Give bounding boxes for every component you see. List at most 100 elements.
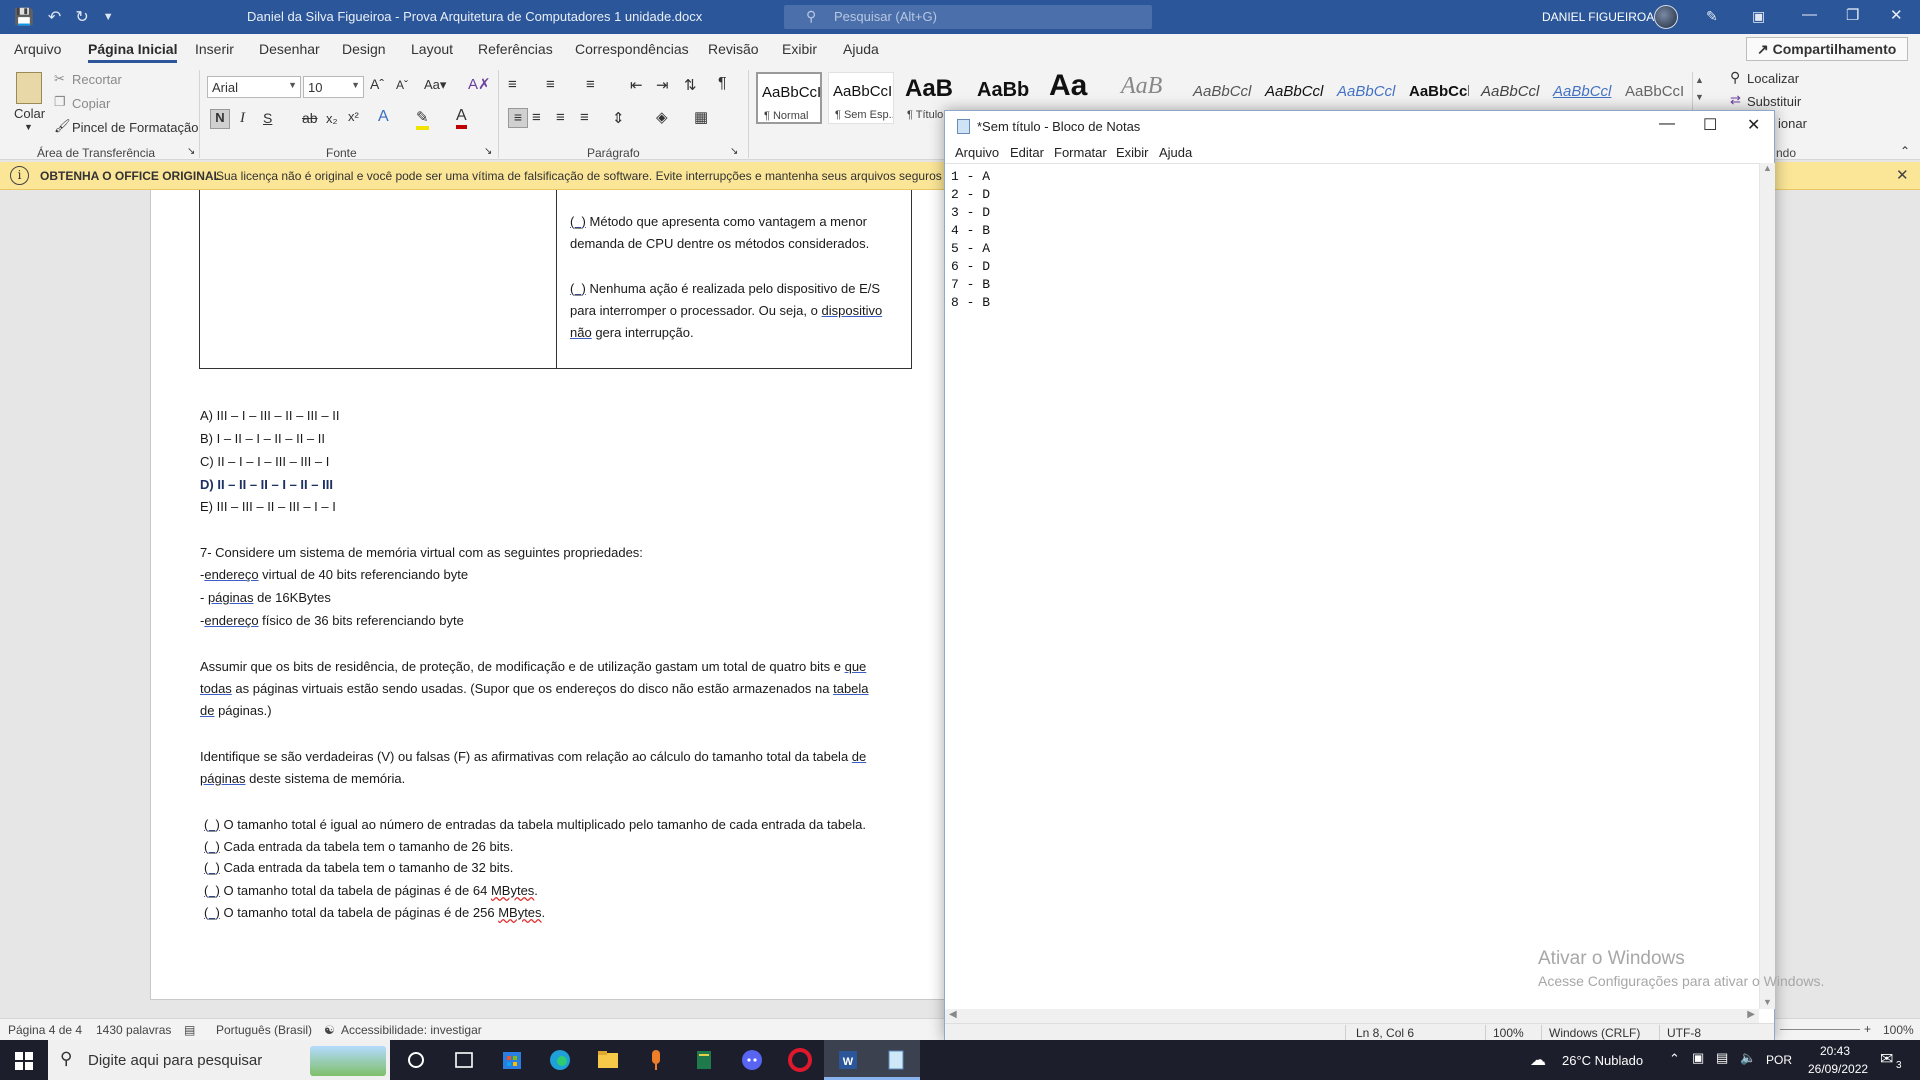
dialog-launcher-icon[interactable]: ↘ [484,146,492,157]
tab-arquivo[interactable]: Arquivo [14,41,61,57]
style-normal[interactable]: AaBbCcI ¶ Normal [756,72,822,124]
answer-blank[interactable]: (_) [204,817,220,832]
select-button[interactable]: ionar [1778,116,1807,131]
justify-button[interactable]: ≡ [580,109,589,126]
document-title[interactable]: Daniel da Silva Figueiroa - Prova Arquit… [247,9,702,24]
answer-blank[interactable]: (_) [570,214,586,229]
clock-date[interactable]: 26/09/2022 [1808,1062,1868,1076]
paste-icon[interactable] [16,72,42,104]
answer-blank[interactable]: (_) [204,883,220,898]
replace-button[interactable]: Substituir [1747,94,1801,109]
tab-layout[interactable]: Layout [411,41,453,57]
scroll-down-icon[interactable]: ▼ [1763,997,1772,1007]
sort-icon[interactable]: ⇅ [684,76,697,94]
customize-qat-icon[interactable]: ▼ [103,11,114,23]
decrease-indent-icon[interactable]: ⇤ [630,76,643,94]
menu-exibir[interactable]: Exibir [1116,145,1149,160]
font-color-icon[interactable]: A [456,107,467,129]
tab-ajuda[interactable]: Ajuda [843,41,879,57]
input-language[interactable]: POR [1766,1053,1792,1067]
shading-icon[interactable]: ◈ [656,108,668,126]
superscript-button[interactable]: x² [348,109,359,124]
show-marks-icon[interactable]: ¶ [718,75,727,93]
paste-button[interactable]: Colar [14,106,45,121]
strikethrough-button[interactable]: ab [302,110,318,126]
network-icon[interactable]: ▤ [1716,1050,1728,1066]
menu-formatar[interactable]: Formatar [1054,145,1107,160]
tab-inserir[interactable]: Inserir [195,41,234,57]
search-input[interactable]: ⚲ Pesquisar (Alt+G) [784,5,1152,29]
license-title[interactable]: OBTENHA O OFFICE ORIGINAL [40,169,221,183]
tab-desenhar[interactable]: Desenhar [259,41,320,57]
scroll-up-icon[interactable]: ▲ [1763,163,1772,173]
store-app[interactable] [488,1040,536,1080]
word-app[interactable]: W [824,1040,872,1080]
line-spacing-icon[interactable]: ⇕ [612,109,625,127]
change-case-icon[interactable]: Aa▾ [424,77,446,93]
zoom-slider[interactable] [1780,1029,1860,1030]
increase-indent-icon[interactable]: ⇥ [656,76,669,94]
format-painter-button[interactable]: Pincel de Formatação [72,120,198,135]
chevron-down-icon[interactable]: ▼ [24,122,33,132]
start-button[interactable] [0,1040,48,1080]
bullets-icon[interactable]: ≡ [508,76,517,93]
cut-button[interactable]: Recortar [72,72,122,87]
zoom-in-icon[interactable]: + [1864,1022,1871,1036]
word-count[interactable]: 1430 palavras [96,1023,171,1037]
close-icon[interactable]: ✕ [1896,166,1909,184]
avatar[interactable] [1654,5,1678,29]
dialog-launcher-icon[interactable]: ↘ [187,146,195,157]
numbering-icon[interactable]: ≡ [546,76,555,93]
pdf-app[interactable] [680,1040,728,1080]
scroll-right-icon[interactable]: ▶ [1747,1009,1755,1020]
minimize-icon[interactable]: — [1659,115,1675,133]
align-center-button[interactable]: ≡ [532,109,541,126]
font-name-select[interactable]: Arial ▼ [207,76,301,98]
task-view-button[interactable] [440,1040,488,1080]
collapse-ribbon-icon[interactable]: ⌃ [1900,144,1910,158]
horizontal-scrollbar[interactable]: ◀ ▶ [945,1009,1759,1023]
save-icon[interactable]: 💾 [14,7,34,27]
weather-icon[interactable]: ☁ [1530,1050,1546,1070]
weather-status[interactable]: 26°C Nublado [1562,1053,1643,1068]
dialog-launcher-icon[interactable]: ↘ [730,146,738,157]
answer-blank[interactable]: (_) [204,839,220,854]
font-size-select[interactable]: 10 ▼ [303,76,364,98]
ribbon-display-icon[interactable]: ▣ [1752,8,1765,25]
find-button[interactable]: Localizar [1747,71,1799,86]
undo-icon[interactable]: ↶ [48,7,61,27]
answer-blank[interactable]: (_) [570,281,586,296]
redo-icon[interactable]: ↻ [75,7,88,27]
borders-icon[interactable]: ▦ [694,108,708,126]
shrink-font-icon[interactable]: Aˇ [396,78,408,92]
subscript-button[interactable]: x₂ [326,111,338,126]
align-right-button[interactable]: ≡ [556,109,565,126]
align-left-button[interactable]: ≡ [508,108,528,128]
tab-correspondencias[interactable]: Correspondências [575,41,689,57]
menu-ajuda[interactable]: Ajuda [1159,145,1192,160]
notepad-text-area[interactable]: 1 - A 2 - D 3 - D 4 - B 5 - A 6 - D 7 - … [945,163,1759,1009]
scroll-left-icon[interactable]: ◀ [949,1009,957,1020]
menu-editar[interactable]: Editar [1010,145,1044,160]
tab-design[interactable]: Design [342,41,386,57]
meet-now-icon[interactable]: ▣ [1692,1050,1704,1066]
menu-arquivo[interactable]: Arquivo [955,145,999,160]
language-status[interactable]: Português (Brasil) [216,1023,312,1037]
opera-app[interactable] [776,1040,824,1080]
close-icon[interactable]: ✕ [1747,115,1760,135]
show-hidden-icons[interactable]: ⌃ [1669,1051,1680,1067]
file-explorer-app[interactable] [584,1040,632,1080]
answer-blank[interactable]: (_) [204,905,220,920]
answer-blank[interactable]: (_) [204,860,220,875]
close-icon[interactable]: ✕ [1890,6,1903,24]
vertical-scrollbar[interactable]: ▲ ▼ [1759,163,1775,1009]
search-highlight-image[interactable] [310,1046,386,1076]
volume-icon[interactable]: 🔈 [1740,1050,1756,1066]
minimize-icon[interactable]: — [1802,6,1817,23]
restore-icon[interactable]: ❐ [1846,6,1859,24]
multilevel-list-icon[interactable]: ≡ [586,76,595,93]
edge-app[interactable] [536,1040,584,1080]
style-no-spacing[interactable]: AaBbCcI ¶ Sem Esp... [828,72,894,124]
zoom-level[interactable]: 100% [1883,1023,1914,1037]
tab-pagina-inicial[interactable]: Página Inicial [88,41,178,63]
